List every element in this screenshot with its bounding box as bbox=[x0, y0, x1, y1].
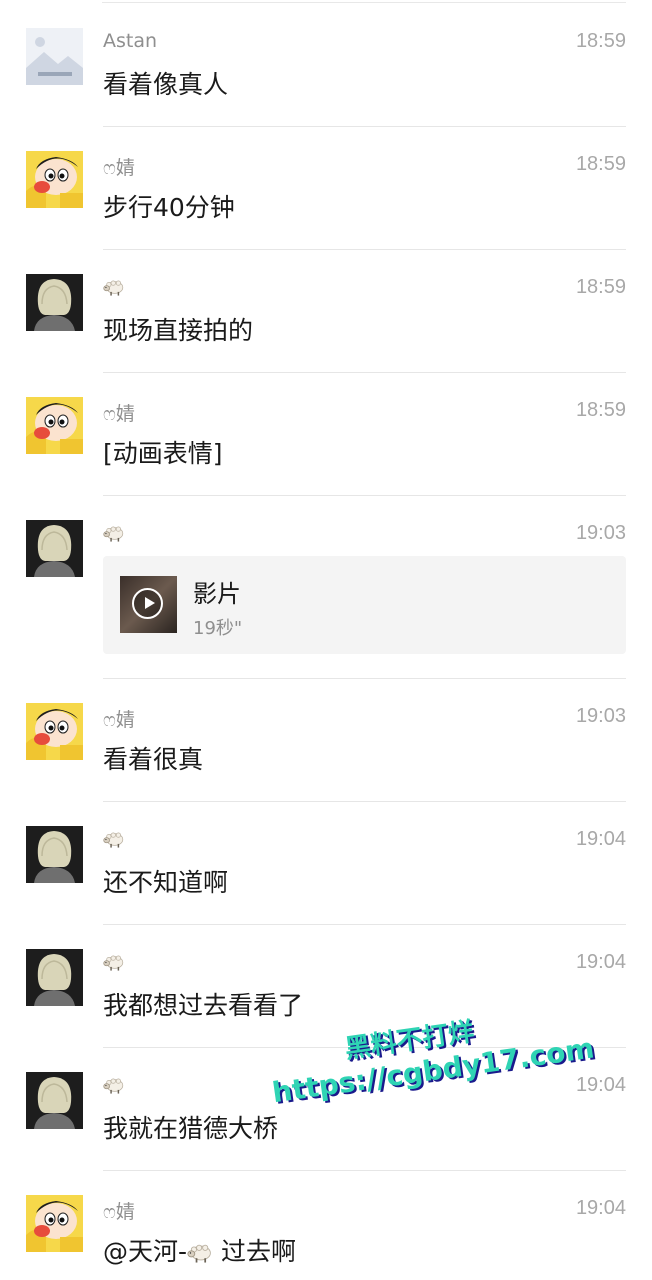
chat-message[interactable]: ෆ婧 18:59 [动画表情] bbox=[0, 369, 652, 496]
message-text: 我就在猎德大桥 bbox=[103, 1114, 279, 1143]
avatar[interactable] bbox=[26, 703, 83, 760]
sender-name: ෆ婧 bbox=[103, 157, 135, 179]
video-duration: 19秒" bbox=[193, 618, 243, 639]
message-text: 步行40分钟 bbox=[103, 193, 235, 222]
avatar[interactable] bbox=[26, 1195, 83, 1252]
message-time: 18:59 bbox=[575, 153, 626, 175]
cartoon-boy-avatar-icon bbox=[26, 1195, 83, 1252]
sender-name: 🐑 bbox=[103, 951, 125, 973]
message-text: 看着很真 bbox=[103, 745, 204, 774]
avatar[interactable] bbox=[26, 1072, 83, 1129]
chat-message[interactable]: 🐑 19:03 影片 19秒" bbox=[0, 492, 652, 679]
sheep-icon bbox=[103, 279, 125, 296]
sheep-icon bbox=[103, 831, 125, 848]
message-text: [动画表情] bbox=[103, 439, 223, 468]
message-time: 19:04 bbox=[575, 1197, 626, 1219]
message-time: 18:59 bbox=[575, 276, 626, 298]
cartoon-boy-avatar-icon bbox=[26, 151, 83, 208]
message-text-rest: 过去啊 bbox=[213, 1237, 296, 1266]
message-time: 19:03 bbox=[575, 522, 626, 544]
video-title: 影片 bbox=[193, 580, 241, 608]
chat-message[interactable]: Astan 18:59 看着像真人 bbox=[0, 0, 652, 127]
message-time: 19:04 bbox=[575, 1074, 626, 1096]
avatar[interactable] bbox=[26, 28, 83, 85]
cartoon-boy-avatar-icon bbox=[26, 703, 83, 760]
message-time: 18:59 bbox=[575, 30, 626, 52]
message-text: 我都想过去看看了 bbox=[103, 991, 304, 1020]
landscape-placeholder-icon bbox=[26, 28, 83, 85]
message-text: @天河- 过去啊 bbox=[103, 1232, 296, 1268]
blonde-hair-avatar-icon bbox=[26, 1072, 83, 1129]
message-text: 现场直接拍的 bbox=[103, 316, 254, 345]
sender-name: 🐑 bbox=[103, 1074, 125, 1096]
blonde-hair-avatar-icon bbox=[26, 949, 83, 1006]
blonde-hair-avatar-icon bbox=[26, 274, 83, 331]
sender-name: Astan bbox=[103, 30, 158, 52]
message-time: 19:04 bbox=[575, 951, 626, 973]
blonde-hair-avatar-icon bbox=[26, 520, 83, 577]
chat-message[interactable]: 🐑 19:04 还不知道啊 bbox=[0, 798, 652, 925]
avatar[interactable] bbox=[26, 397, 83, 454]
chat-message[interactable]: ෆ婧 19:03 看着很真 bbox=[0, 675, 652, 802]
sheep-icon bbox=[187, 1243, 213, 1263]
chat-message[interactable]: 🐑 18:59 现场直接拍的 bbox=[0, 246, 652, 373]
sheep-icon bbox=[103, 954, 125, 971]
chat-message[interactable]: 🐑 19:04 我都想过去看看了 bbox=[0, 921, 652, 1048]
message-time: 19:04 bbox=[575, 828, 626, 850]
blonde-hair-avatar-icon bbox=[26, 826, 83, 883]
chat-message[interactable]: 🐑 19:04 我就在猎德大桥 bbox=[0, 1044, 652, 1171]
sender-name: 🐑 bbox=[103, 522, 125, 544]
message-text: 还不知道啊 bbox=[103, 868, 229, 897]
chat-message[interactable]: ෆ婧 19:04 @天河- 过去啊 bbox=[0, 1167, 652, 1280]
message-time: 19:03 bbox=[575, 705, 626, 727]
avatar[interactable] bbox=[26, 151, 83, 208]
mention-text[interactable]: @天河- bbox=[103, 1237, 187, 1266]
sheep-icon bbox=[103, 1077, 125, 1094]
sender-name: 🐑 bbox=[103, 276, 125, 298]
sender-name: 🐑 bbox=[103, 828, 125, 850]
sender-name: ෆ婧 bbox=[103, 403, 135, 425]
avatar[interactable] bbox=[26, 520, 83, 577]
cartoon-boy-avatar-icon bbox=[26, 397, 83, 454]
sender-name: ෆ婧 bbox=[103, 709, 135, 731]
message-time: 18:59 bbox=[575, 399, 626, 421]
avatar[interactable] bbox=[26, 274, 83, 331]
avatar[interactable] bbox=[26, 826, 83, 883]
sheep-icon bbox=[103, 525, 125, 542]
avatar[interactable] bbox=[26, 949, 83, 1006]
video-thumbnail[interactable] bbox=[120, 576, 177, 633]
message-text: 看着像真人 bbox=[103, 70, 229, 99]
sender-name: ෆ婧 bbox=[103, 1201, 135, 1223]
chat-message[interactable]: ෆ婧 18:59 步行40分钟 bbox=[0, 123, 652, 250]
video-card[interactable]: 影片 19秒" bbox=[103, 556, 626, 654]
play-icon[interactable] bbox=[132, 588, 163, 619]
